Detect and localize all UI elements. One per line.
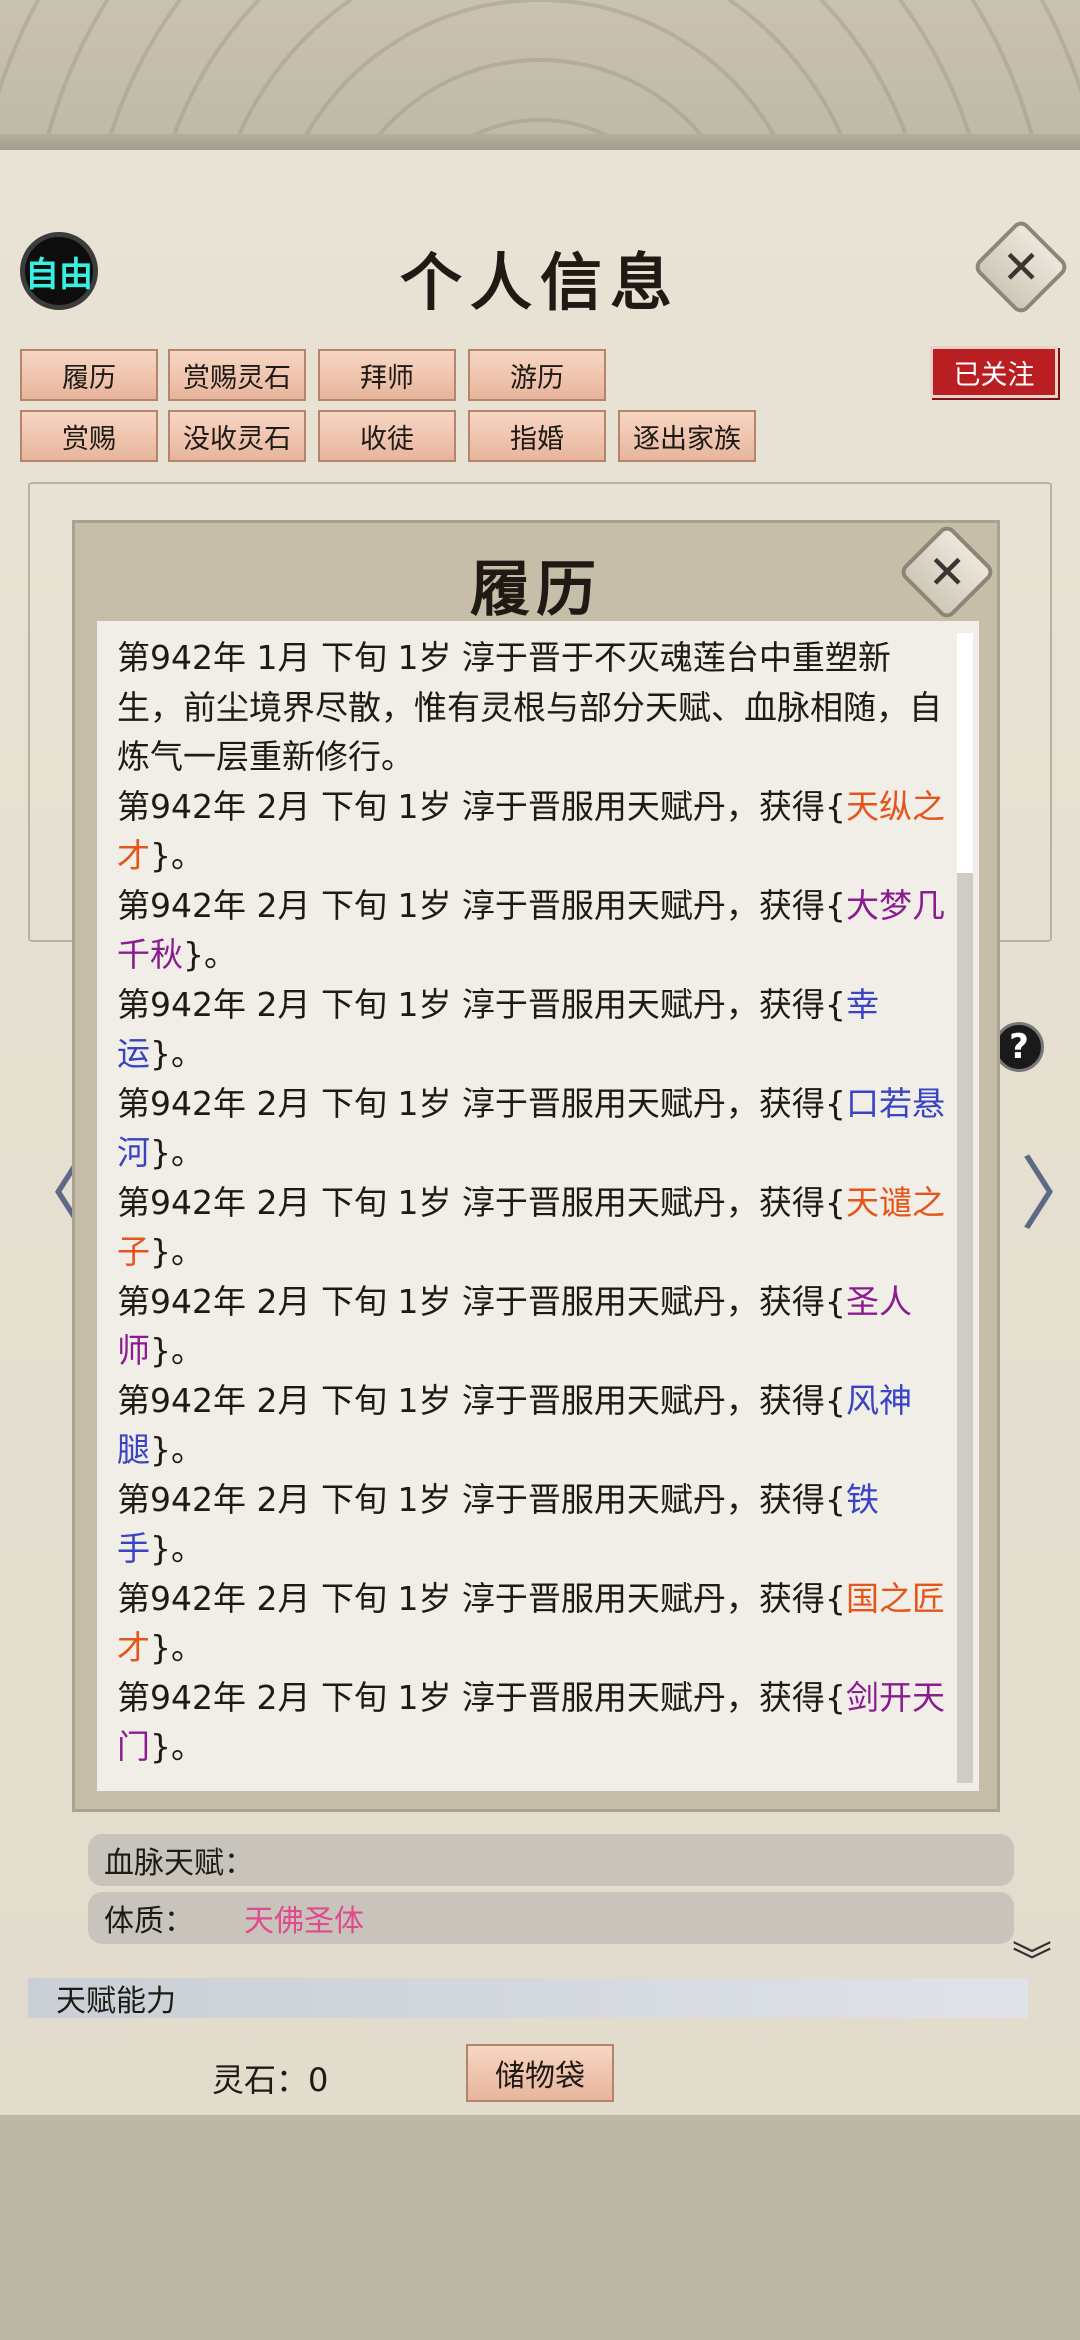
history-entry-suffix: }。 <box>150 836 204 875</box>
history-entry: 第942年 1月 下旬 1岁 淳于晋于不灭魂莲台中重塑新生，前尘境界尽散，惟有灵… <box>117 633 949 782</box>
history-log[interactable]: 第942年 1月 下旬 1岁 淳于晋于不灭魂莲台中重塑新生，前尘境界尽散，惟有灵… <box>97 621 979 1791</box>
history-entry-prefix: 第942年 2月 下旬 1岁 淳于晋服用天赋丹，获得{ <box>117 984 846 1024</box>
expand-chevron-icon[interactable]: ︾ <box>1012 1942 1052 1982</box>
history-entry: 第942年 2月 下旬 1岁 淳于晋服用天赋丹，获得{剑开天门}。 <box>117 1673 949 1772</box>
confiscate-stones-button[interactable]: 没收灵石 <box>168 410 306 462</box>
history-entry-suffix: }。 <box>150 1628 204 1667</box>
history-entry-prefix: 第942年 2月 下旬 1岁 淳于晋服用天赋丹，获得{ <box>117 885 846 925</box>
history-entry-prefix: 第942年 2月 下旬 1岁 淳于晋服用天赋丹，获得{ <box>117 1182 846 1222</box>
take-disciple-button[interactable]: 收徒 <box>318 410 456 462</box>
history-entry: 第942年 2月 下旬 1岁 淳于晋服用天赋丹，获得{幸运}。 <box>117 980 949 1079</box>
history-entry-text: 第942年 1月 下旬 1岁 淳于晋于不灭魂莲台中重塑新生，前尘境界尽散，惟有灵… <box>117 638 942 776</box>
history-entry: 第942年 2月 下旬 1岁 淳于晋服用天赋丹，获得{天谴之子}。 <box>117 1178 949 1277</box>
history-entry: 第942年 2月 下旬 1岁 淳于晋服用天赋丹，获得{风神腿}。 <box>117 1376 949 1475</box>
bottom-band <box>0 2115 1080 2340</box>
close-icon: ✕ <box>927 544 967 599</box>
history-log-list: 第942年 1月 下旬 1岁 淳于晋于不灭魂莲台中重塑新生，前尘境界尽散，惟有灵… <box>117 633 949 1772</box>
followed-button[interactable]: 已关注 <box>930 346 1058 398</box>
page-title: 个人信息 <box>399 246 680 319</box>
history-entry: 第942年 2月 下旬 1岁 淳于晋服用天赋丹，获得{口若悬河}。 <box>117 1079 949 1178</box>
spirit-stone-count: 灵石：0 <box>212 2061 329 2099</box>
bloodline-talent-row: 血脉天赋： <box>88 1834 1014 1886</box>
log-scrollbar[interactable] <box>957 633 973 1783</box>
talent-section-label: 天赋能力 <box>56 1984 176 2018</box>
history-entry-prefix: 第942年 2月 下旬 1岁 淳于晋服用天赋丹，获得{ <box>117 1479 846 1519</box>
history-entry-suffix: }。 <box>150 1331 204 1370</box>
physique-label: 体质： <box>104 1904 194 1939</box>
history-entry-suffix: }。 <box>150 1727 204 1766</box>
storage-bag-button[interactable]: 储物袋 <box>466 2044 614 2102</box>
next-arrow-icon[interactable]: 〉 <box>1020 1130 1080 1246</box>
history-entry-prefix: 第942年 2月 下旬 1岁 淳于晋服用天赋丹，获得{ <box>117 786 846 826</box>
top-decorative-band <box>0 0 1080 150</box>
help-icon[interactable]: ? <box>994 1022 1044 1072</box>
become-disciple-button[interactable]: 拜师 <box>318 349 456 401</box>
physique-value[interactable]: 天佛圣体 <box>244 1896 364 1940</box>
history-entry-suffix: }。 <box>150 1529 204 1568</box>
log-scrollbar-thumb[interactable] <box>957 633 973 873</box>
history-entry-suffix: }。 <box>150 1034 204 1073</box>
history-entry-prefix: 第942年 2月 下旬 1岁 淳于晋服用天赋丹，获得{ <box>117 1677 846 1717</box>
history-entry-prefix: 第942年 2月 下旬 1岁 淳于晋服用天赋丹，获得{ <box>117 1578 846 1618</box>
arrange-marriage-button[interactable]: 指婚 <box>468 410 606 462</box>
history-entry-suffix: }。 <box>150 1430 204 1469</box>
bloodline-label: 血脉天赋： <box>104 1846 254 1881</box>
history-entry: 第942年 2月 下旬 1岁 淳于晋服用天赋丹，获得{圣人师}。 <box>117 1277 949 1376</box>
close-icon: ✕ <box>1001 239 1041 294</box>
history-entry-suffix: }。 <box>183 935 237 974</box>
history-entry: 第942年 2月 下旬 1岁 淳于晋服用天赋丹，获得{大梦几千秋}。 <box>117 881 949 980</box>
travel-button[interactable]: 游历 <box>468 349 606 401</box>
history-entry-prefix: 第942年 2月 下旬 1岁 淳于晋服用天赋丹，获得{ <box>117 1380 846 1420</box>
history-entry: 第942年 2月 下旬 1岁 淳于晋服用天赋丹，获得{国之匠才}。 <box>117 1574 949 1673</box>
history-entry: 第942年 2月 下旬 1岁 淳于晋服用天赋丹，获得{铁手}。 <box>117 1475 949 1574</box>
history-entry-prefix: 第942年 2月 下旬 1岁 淳于晋服用天赋丹，获得{ <box>117 1281 846 1321</box>
physique-row: 体质： 天佛圣体 <box>88 1892 1014 1944</box>
expel-button[interactable]: 逐出家族 <box>618 410 756 462</box>
history-button[interactable]: 履历 <box>20 349 158 401</box>
reward-stones-button[interactable]: 赏赐灵石 <box>168 349 306 401</box>
dialog-title: 履历 <box>470 555 602 625</box>
history-dialog: 履历 第942年 1月 下旬 1岁 淳于晋于不灭魂莲台中重塑新生，前尘境界尽散，… <box>72 520 1000 1812</box>
history-entry-suffix: }。 <box>150 1133 204 1172</box>
history-entry: 第942年 2月 下旬 1岁 淳于晋服用天赋丹，获得{天纵之才}。 <box>117 782 949 881</box>
history-entry-prefix: 第942年 2月 下旬 1岁 淳于晋服用天赋丹，获得{ <box>117 1083 846 1123</box>
history-entry-suffix: }。 <box>150 1232 204 1271</box>
reward-button[interactable]: 赏赐 <box>20 410 158 462</box>
talent-section-header[interactable]: 天赋能力 <box>28 1978 1028 2018</box>
panel-header: 自由 个人信息 <box>0 150 1080 330</box>
